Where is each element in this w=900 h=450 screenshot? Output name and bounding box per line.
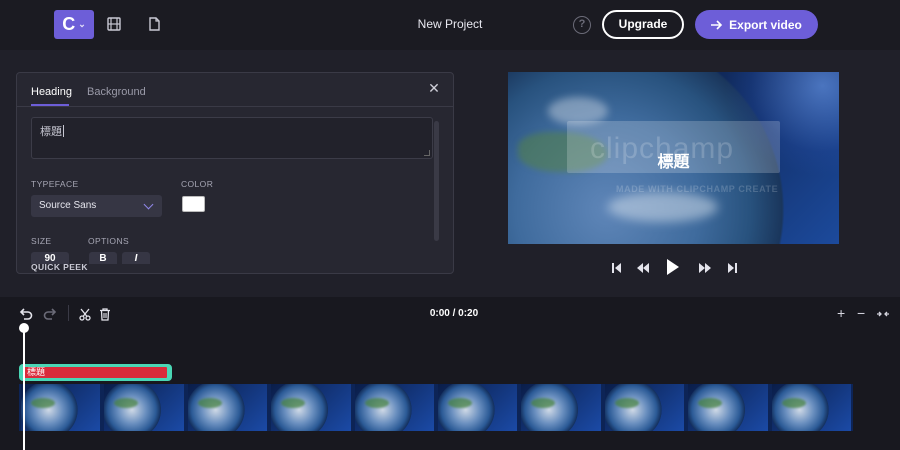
typeface-label: TYPEFACE bbox=[31, 179, 79, 189]
text-clip-label: 標題 bbox=[24, 367, 167, 378]
play-icon[interactable] bbox=[666, 258, 680, 276]
rewind-icon[interactable] bbox=[637, 262, 650, 274]
quick-peek-label[interactable]: QUICK PEEK bbox=[31, 262, 88, 272]
fast-forward-icon[interactable] bbox=[698, 262, 711, 274]
playhead[interactable] bbox=[23, 327, 25, 450]
preview-title-text[interactable]: 標題 bbox=[567, 148, 780, 172]
filmstrip-frame bbox=[438, 384, 518, 431]
filmstrip-frame bbox=[187, 384, 268, 431]
color-label: COLOR bbox=[181, 179, 214, 189]
options-label: OPTIONS bbox=[88, 236, 130, 246]
text-edit-panel: Heading Background ✕ 標題 TYPEFACE Source … bbox=[16, 72, 454, 274]
top-bar: C ⌄ New Project ? Upgrade Export video bbox=[0, 0, 900, 50]
export-video-button[interactable]: Export video bbox=[695, 10, 818, 39]
filmstrip-frame bbox=[521, 384, 601, 431]
tab-background[interactable]: Background bbox=[87, 86, 146, 98]
earth-clouds bbox=[608, 192, 718, 222]
size-label: SIZE bbox=[31, 236, 52, 246]
filmstrip-frame bbox=[688, 384, 768, 431]
typeface-value: Source Sans bbox=[39, 200, 97, 211]
heading-text-input[interactable]: 標題 bbox=[31, 117, 433, 159]
filmstrip-frame bbox=[104, 384, 184, 431]
typeface-select[interactable]: Source Sans bbox=[31, 195, 162, 217]
zoom-in-icon[interactable]: + bbox=[837, 305, 845, 321]
arrow-right-icon bbox=[711, 19, 723, 30]
italic-button[interactable]: I bbox=[122, 252, 150, 264]
playhead-handle[interactable] bbox=[19, 323, 29, 333]
filmstrip-frame bbox=[21, 384, 101, 431]
export-video-label: Export video bbox=[729, 17, 802, 32]
zoom-out-icon[interactable]: − bbox=[857, 305, 865, 321]
skip-back-icon[interactable] bbox=[612, 262, 622, 274]
help-icon[interactable]: ? bbox=[573, 16, 591, 34]
panel-scrollbar[interactable] bbox=[434, 121, 439, 241]
text-cursor bbox=[63, 125, 64, 137]
upgrade-button[interactable]: Upgrade bbox=[602, 10, 684, 39]
timecode: 0:00 / 0:20 bbox=[429, 308, 479, 319]
resize-handle-icon[interactable] bbox=[424, 150, 430, 156]
color-swatch[interactable] bbox=[182, 196, 205, 212]
video-clip[interactable] bbox=[19, 384, 853, 431]
video-preview[interactable]: clipchamp MADE WITH CLIPCHAMP CREATE 標題 bbox=[508, 72, 839, 244]
text-clip[interactable]: 標題 bbox=[19, 364, 172, 381]
timeline: 0:00 / 0:20 + − 標題 bbox=[0, 297, 900, 450]
bold-button[interactable]: B bbox=[89, 252, 117, 264]
close-icon[interactable]: ✕ bbox=[427, 81, 441, 95]
watermark-subtitle: MADE WITH CLIPCHAMP CREATE bbox=[616, 184, 779, 194]
active-tab-indicator bbox=[31, 104, 69, 106]
panel-tabs: Heading Background ✕ bbox=[17, 73, 453, 107]
filmstrip-frame bbox=[771, 384, 851, 431]
filmstrip-frame bbox=[271, 384, 351, 431]
skip-forward-icon[interactable] bbox=[727, 262, 737, 274]
heading-text-value: 標題 bbox=[40, 126, 62, 138]
filmstrip-frame bbox=[354, 384, 434, 431]
filmstrip-frame bbox=[604, 384, 685, 431]
fit-timeline-icon[interactable] bbox=[876, 308, 890, 320]
chevron-down-icon bbox=[143, 199, 154, 210]
tab-heading[interactable]: Heading bbox=[31, 86, 72, 98]
